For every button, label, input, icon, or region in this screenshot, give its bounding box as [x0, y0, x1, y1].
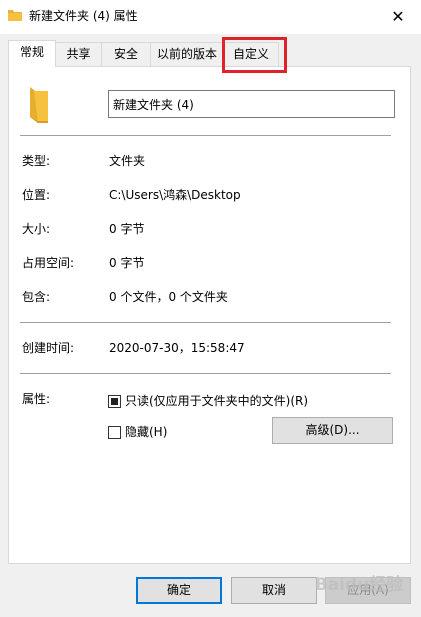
hidden-checkbox-label: 隐藏(H) — [125, 425, 168, 439]
tab-sharing[interactable]: 共享 — [55, 42, 102, 66]
tab-label: 安全 — [113, 47, 138, 61]
created-label: 创建时间: — [22, 341, 75, 355]
size-value: 0 字节 — [109, 222, 145, 236]
ok-button[interactable]: 确定 — [136, 577, 222, 604]
readonly-checkbox[interactable] — [108, 394, 121, 408]
hidden-checkbox[interactable] — [108, 425, 121, 439]
title-bar: 新建文件夹 (4) 属性 ✕ — [0, 0, 421, 34]
general-tab-panel — [8, 66, 411, 564]
folder-name-input[interactable] — [108, 90, 395, 118]
attributes-label: 属性: — [22, 392, 51, 406]
tab-general[interactable]: 常规 — [8, 40, 56, 67]
tab-label: 以前的版本 — [156, 47, 217, 61]
size-label: 大小: — [22, 222, 51, 236]
separator — [20, 322, 391, 323]
readonly-checkbox-row[interactable]: 只读(仅应用于文件夹中的文件)(R) — [108, 393, 308, 409]
contains-label: 包含: — [22, 290, 51, 304]
size-on-disk-label: 占用空间: — [22, 256, 75, 270]
folder-icon — [30, 87, 48, 123]
close-button[interactable]: ✕ — [375, 0, 421, 32]
location-label: 位置: — [22, 188, 51, 202]
close-icon: ✕ — [391, 6, 405, 26]
baidu-watermark: Baidu经验 — [314, 575, 404, 595]
annotation-highlight-box — [222, 37, 287, 73]
readonly-checkbox-label: 只读(仅应用于文件夹中的文件)(R) — [125, 394, 309, 408]
type-label: 类型: — [22, 154, 51, 168]
folder-icon — [8, 10, 22, 21]
type-value: 文件夹 — [109, 154, 146, 168]
tab-label: 常规 — [19, 45, 44, 59]
separator — [20, 373, 391, 374]
location-value: C:\Users\鸿森\Desktop — [109, 188, 241, 202]
advanced-button[interactable]: 高级(D)... — [272, 417, 393, 444]
size-on-disk-value: 0 字节 — [109, 256, 145, 270]
tab-label: 共享 — [66, 47, 91, 61]
tab-security[interactable]: 安全 — [101, 42, 151, 66]
separator — [20, 135, 391, 136]
created-value: 2020-07-30，15:58:47 — [109, 341, 245, 355]
hidden-checkbox-row[interactable]: 隐藏(H) — [108, 424, 167, 440]
contains-value: 0 个文件，0 个文件夹 — [109, 290, 228, 304]
window-title: 新建文件夹 (4) 属性 — [29, 9, 138, 23]
tab-previous-versions[interactable]: 以前的版本 — [150, 42, 224, 66]
